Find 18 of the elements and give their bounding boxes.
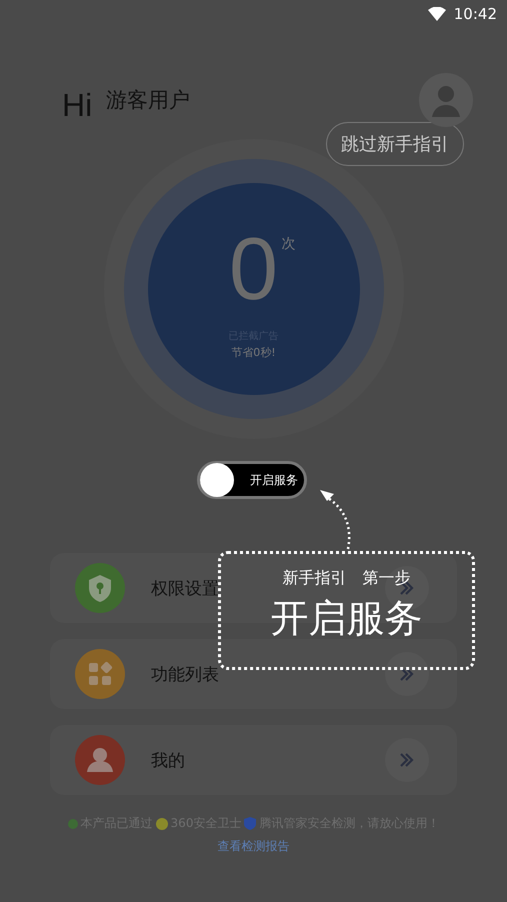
report-link[interactable]: 查看检测报告 xyxy=(0,838,507,855)
greeting: Hi xyxy=(62,86,92,124)
time-saved: 节省0秒! xyxy=(231,345,276,360)
block-count: 0 xyxy=(229,225,278,313)
service-toggle[interactable]: 开启服务 xyxy=(197,461,307,499)
menu-label: 权限设置 xyxy=(151,578,219,600)
menu-card[interactable]: 功能列表 xyxy=(50,639,457,709)
menu-card[interactable]: 我的 xyxy=(50,725,457,795)
menu-label: 功能列表 xyxy=(151,664,219,686)
shield-icon xyxy=(244,817,256,830)
username: 游客用户 xyxy=(106,87,192,114)
status-dot xyxy=(68,818,78,828)
count-unit: 次 xyxy=(282,235,296,253)
menu-label: 我的 xyxy=(151,750,185,772)
wifi-icon xyxy=(428,7,446,21)
clock: 10:42 xyxy=(454,5,497,23)
badge-icon xyxy=(156,818,168,830)
guide-step: 新手指引 第一步 xyxy=(282,568,410,589)
